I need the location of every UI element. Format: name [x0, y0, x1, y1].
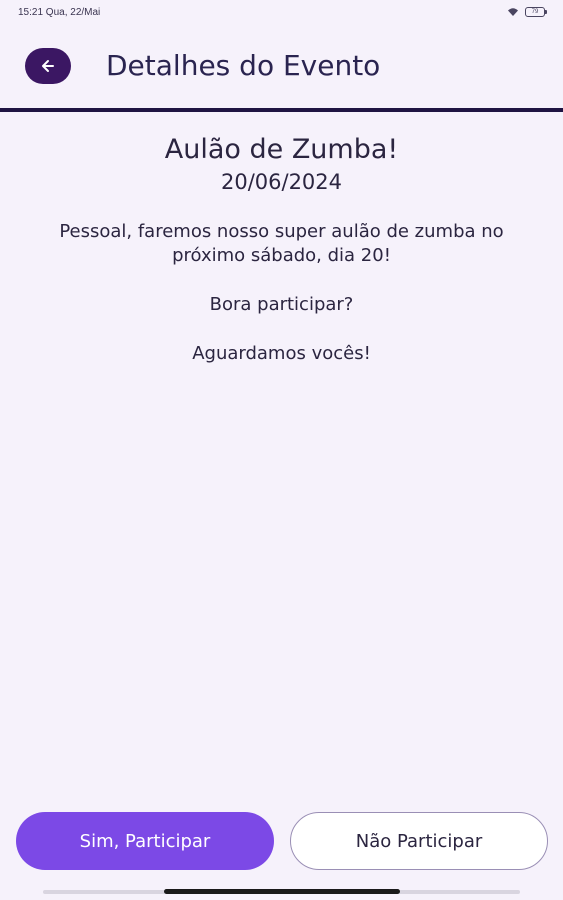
status-icons: 79: [507, 7, 547, 17]
page-title: Detalhes do Evento: [106, 49, 381, 82]
battery-icon: 79: [525, 7, 547, 17]
event-description: Pessoal, faremos nosso super aulão de zu…: [28, 220, 535, 366]
wifi-icon: [508, 8, 518, 16]
arrow-left-icon: [42, 60, 54, 72]
event-date: 20/06/2024: [220, 170, 343, 194]
event-details: Aulão de Zumba! 20/06/2024 Pessoal, fare…: [0, 112, 563, 391]
back-button[interactable]: [25, 48, 71, 84]
status-time-date: 15:21 Qua, 22/Mai: [18, 6, 101, 18]
app-header: Detalhes do Evento: [0, 24, 563, 109]
decline-button[interactable]: Não Participar: [290, 812, 548, 870]
description-paragraph: Pessoal, faremos nosso super aulão de zu…: [59, 221, 504, 266]
status-bar: 15:21 Qua, 22/Mai 79: [0, 0, 563, 24]
event-title: Aulão de Zumba!: [164, 134, 399, 165]
description-paragraph: Bora participar?: [209, 294, 354, 315]
home-indicator[interactable]: [164, 889, 400, 894]
participate-button[interactable]: Sim, Participar: [16, 812, 274, 870]
description-paragraph: Aguardamos vocês!: [192, 343, 371, 364]
event-actions: Sim, Participar Não Participar: [16, 812, 548, 872]
